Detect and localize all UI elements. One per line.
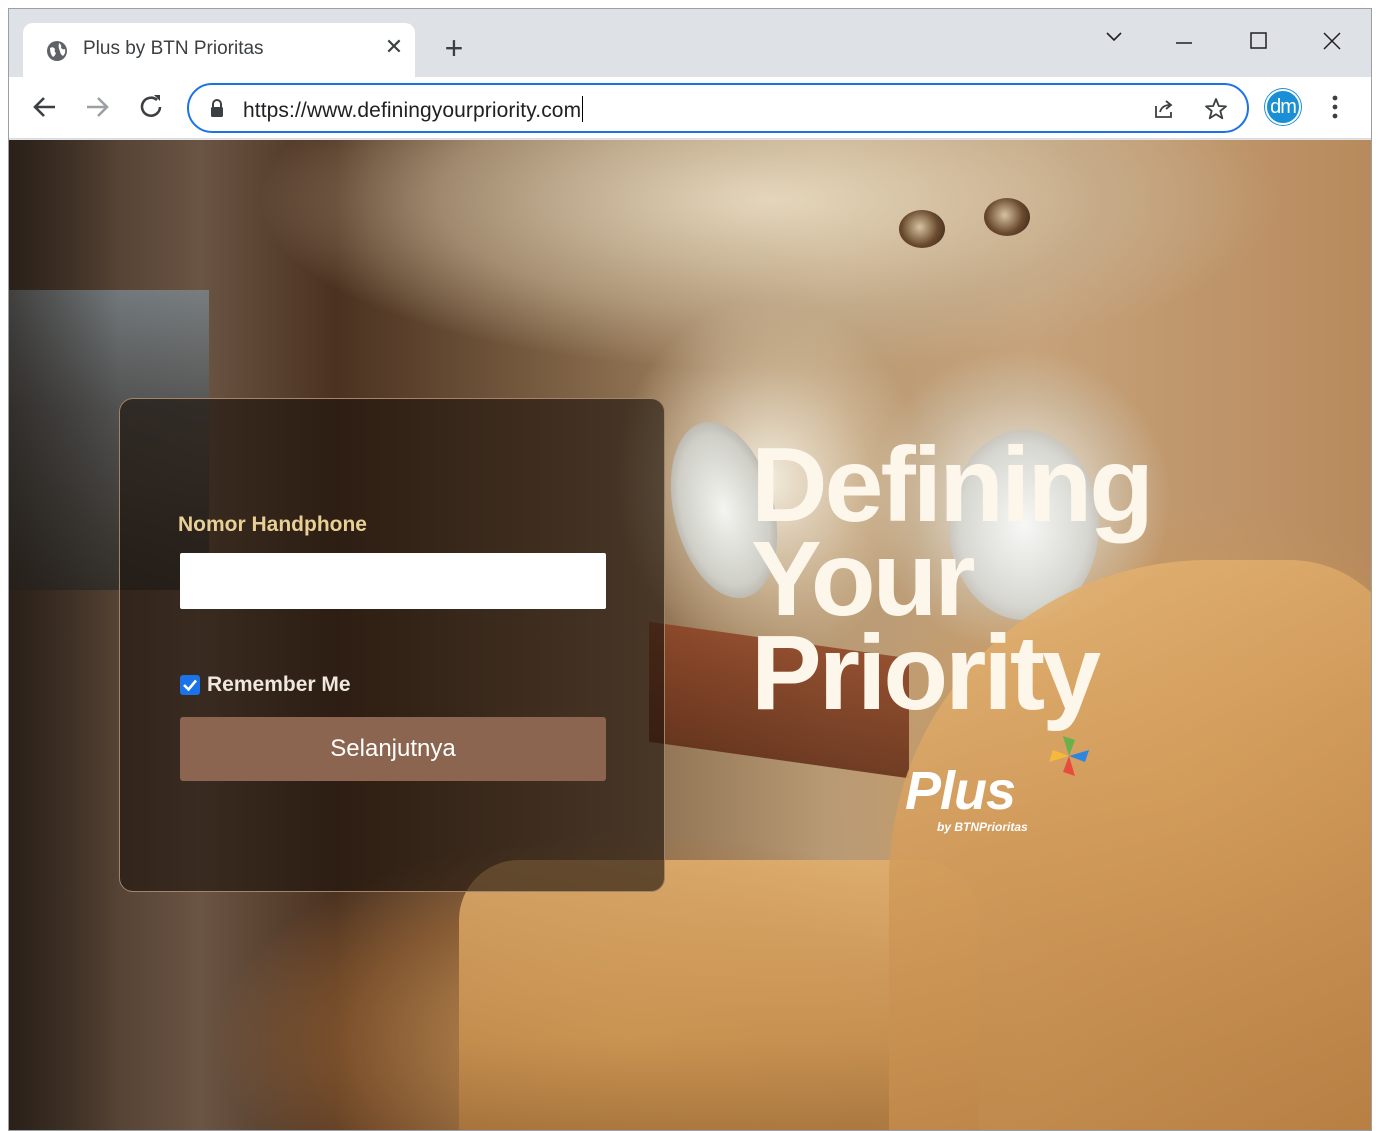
minimize-icon[interactable] <box>1161 19 1207 55</box>
kebab-menu-icon[interactable] <box>1325 91 1345 123</box>
background-shade <box>9 140 119 1130</box>
tab-title: Plus by BTN Prioritas <box>83 38 264 59</box>
back-arrow-icon[interactable] <box>27 89 63 125</box>
browser-toolbar: https://www.definingyourpriority.com dm <box>9 77 1371 139</box>
profile-avatar[interactable]: dm <box>1265 89 1301 125</box>
hero-line-3: Priority <box>751 614 1101 732</box>
plus-logo-text: Plus <box>905 761 1016 821</box>
btn-prioritas-text: by BTNPrioritas <box>937 820 1028 834</box>
url-text[interactable]: https://www.definingyourpriority.com <box>243 96 584 123</box>
login-panel: Nomor Handphone Remember Me Selanjutnya <box>119 398 665 892</box>
lock-icon[interactable] <box>209 98 225 118</box>
address-bar[interactable]: https://www.definingyourpriority.com <box>187 83 1249 133</box>
hero-headline: Defining Your Priority <box>751 426 1154 732</box>
share-icon[interactable] <box>1151 96 1177 122</box>
tab-strip: Plus by BTN Prioritas ✕ + <box>9 9 1371 79</box>
checkmark-icon <box>183 679 197 692</box>
hero-line-2: Your <box>751 520 976 638</box>
globe-icon <box>47 41 67 61</box>
background-reading-light <box>984 198 1030 236</box>
phone-input[interactable] <box>180 553 606 609</box>
maximize-icon[interactable] <box>1235 19 1281 55</box>
forward-arrow-icon[interactable] <box>79 89 115 125</box>
plus-icon[interactable]: + <box>437 31 471 65</box>
remember-me-label[interactable]: Remember Me <box>207 673 351 697</box>
pinwheel-logo-icon <box>1049 736 1089 776</box>
phone-label: Nomor Handphone <box>178 513 367 536</box>
remember-me-checkbox[interactable] <box>180 675 200 695</box>
close-icon[interactable]: ✕ <box>379 32 409 62</box>
next-button[interactable]: Selanjutnya <box>180 717 606 781</box>
browser-window: Plus by BTN Prioritas ✕ + https://www.de… <box>8 8 1372 1131</box>
background-reading-light <box>899 210 945 248</box>
plus-logo: Plus by BTNPrioritas <box>905 730 1095 840</box>
chevron-down-icon[interactable] <box>1091 19 1137 55</box>
star-icon[interactable] <box>1203 96 1229 122</box>
page-background: Nomor Handphone Remember Me Selanjutnya … <box>9 140 1371 1130</box>
reload-icon[interactable] <box>133 89 169 125</box>
hero-line-1: Defining <box>751 426 1154 544</box>
browser-tab[interactable]: Plus by BTN Prioritas ✕ <box>23 23 415 79</box>
window-close-icon[interactable] <box>1309 19 1355 55</box>
